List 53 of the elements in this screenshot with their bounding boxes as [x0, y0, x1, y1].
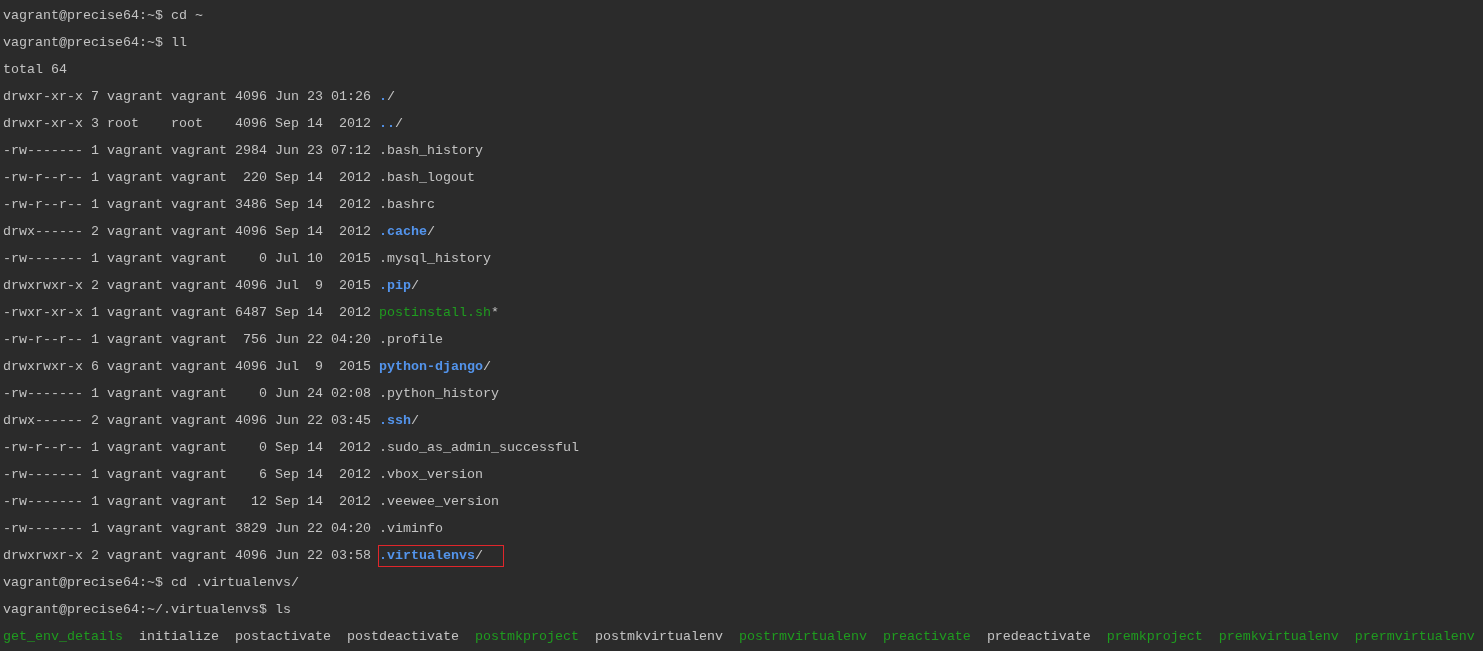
file-name: .bashrc [378, 196, 435, 214]
directory-name: .pip/ [378, 277, 419, 295]
file-name: postactivate [234, 628, 331, 646]
executable-name: premkvirtualenv [1218, 628, 1339, 646]
file-details: -rw-r--r-- 1 vagrant vagrant 0 Sep 14 2012 [3, 439, 371, 457]
output-text: total 64 [3, 61, 67, 79]
file-name: postmkvirtualenv [594, 628, 723, 646]
file-details: drwx------ 2 vagrant vagrant 4096 Jun 22 03:45 [3, 412, 371, 430]
file-name: .bash_history [378, 142, 483, 160]
file-details: -rw------- 1 vagrant vagrant 2984 Jun 23 07:12 [3, 142, 371, 160]
file-details: drwxr-xr-x 7 vagrant vagrant 4096 Jun 23 01:26 [3, 88, 371, 106]
file-name: .python_history [378, 385, 499, 403]
file-name: .bash_logout [378, 169, 475, 187]
file-details: -rw------- 1 vagrant vagrant 12 Sep 14 2012 [3, 493, 371, 511]
file-details: -rw------- 1 vagrant vagrant 6 Sep 14 2012 [3, 466, 371, 484]
file-details: -rw-r--r-- 1 vagrant vagrant 3486 Sep 14 2012 [3, 196, 371, 214]
directory-name: .ssh/ [378, 412, 419, 430]
command-line: vagrant@precise64:~$ cd ~ [3, 7, 203, 25]
file-details: -rw------- 1 vagrant vagrant 3829 Jun 22 04:20 [3, 520, 371, 538]
executable-name: get_env_details [3, 628, 123, 646]
file-details: drwx------ 2 vagrant vagrant 4096 Sep 14 2012 [3, 223, 371, 241]
file-details: drwxrwxr-x 2 vagrant vagrant 4096 Jul 9 2015 [3, 277, 371, 295]
command-line: vagrant@precise64:~$ cd .virtualenvs/ [3, 574, 299, 592]
file-details: -rw-r--r-- 1 vagrant vagrant 220 Sep 14 2012 [3, 169, 371, 187]
file-name: predeactivate [986, 628, 1091, 646]
directory-name: .virtualenvs/ [378, 545, 503, 566]
file-details: -rw------- 1 vagrant vagrant 0 Jun 24 02:08 [3, 385, 371, 403]
directory-name: ../ [378, 115, 403, 133]
file-name: .vbox_version [378, 466, 483, 484]
directory-name: ./ [378, 88, 395, 106]
directory-name: .cache/ [378, 223, 435, 241]
file-name: initialize [139, 628, 219, 646]
file-details: drwxrwxr-x 6 vagrant vagrant 4096 Jul 9 2015 [3, 358, 371, 376]
file-details: drwxrwxr-x 2 vagrant vagrant 4096 Jun 22 03:58 [3, 547, 371, 565]
executable-name: premkproject [1106, 628, 1203, 646]
file-name: postdeactivate [346, 628, 459, 646]
file-details: -rw-r--r-- 1 vagrant vagrant 756 Jun 22 04:20 [3, 331, 371, 349]
file-name: .viminfo [378, 520, 443, 538]
executable-name: postrmvirtualenv [738, 628, 867, 646]
file-name: .mysql_history [378, 250, 491, 268]
executable-name: postinstall.sh* [378, 304, 499, 322]
file-details: -rw------- 1 vagrant vagrant 0 Jul 10 2015 [3, 250, 371, 268]
file-name: .profile [378, 331, 443, 349]
executable-name: postmkproject [474, 628, 579, 646]
command-line: vagrant@precise64:~/.virtualenvs$ ls [3, 601, 291, 619]
file-details: -rwxr-xr-x 1 vagrant vagrant 6487 Sep 14 2012 [3, 304, 371, 322]
file-details: drwxr-xr-x 3 root root 4096 Sep 14 2012 [3, 115, 371, 133]
command-line: vagrant@precise64:~$ ll [3, 34, 187, 52]
executable-name: preactivate [882, 628, 971, 646]
file-name: .veewee_version [378, 493, 499, 511]
file-name: .sudo_as_admin_successful [378, 439, 579, 457]
executable-name: prermvirtualenv [1354, 628, 1475, 646]
directory-name: python-django/ [378, 358, 491, 376]
